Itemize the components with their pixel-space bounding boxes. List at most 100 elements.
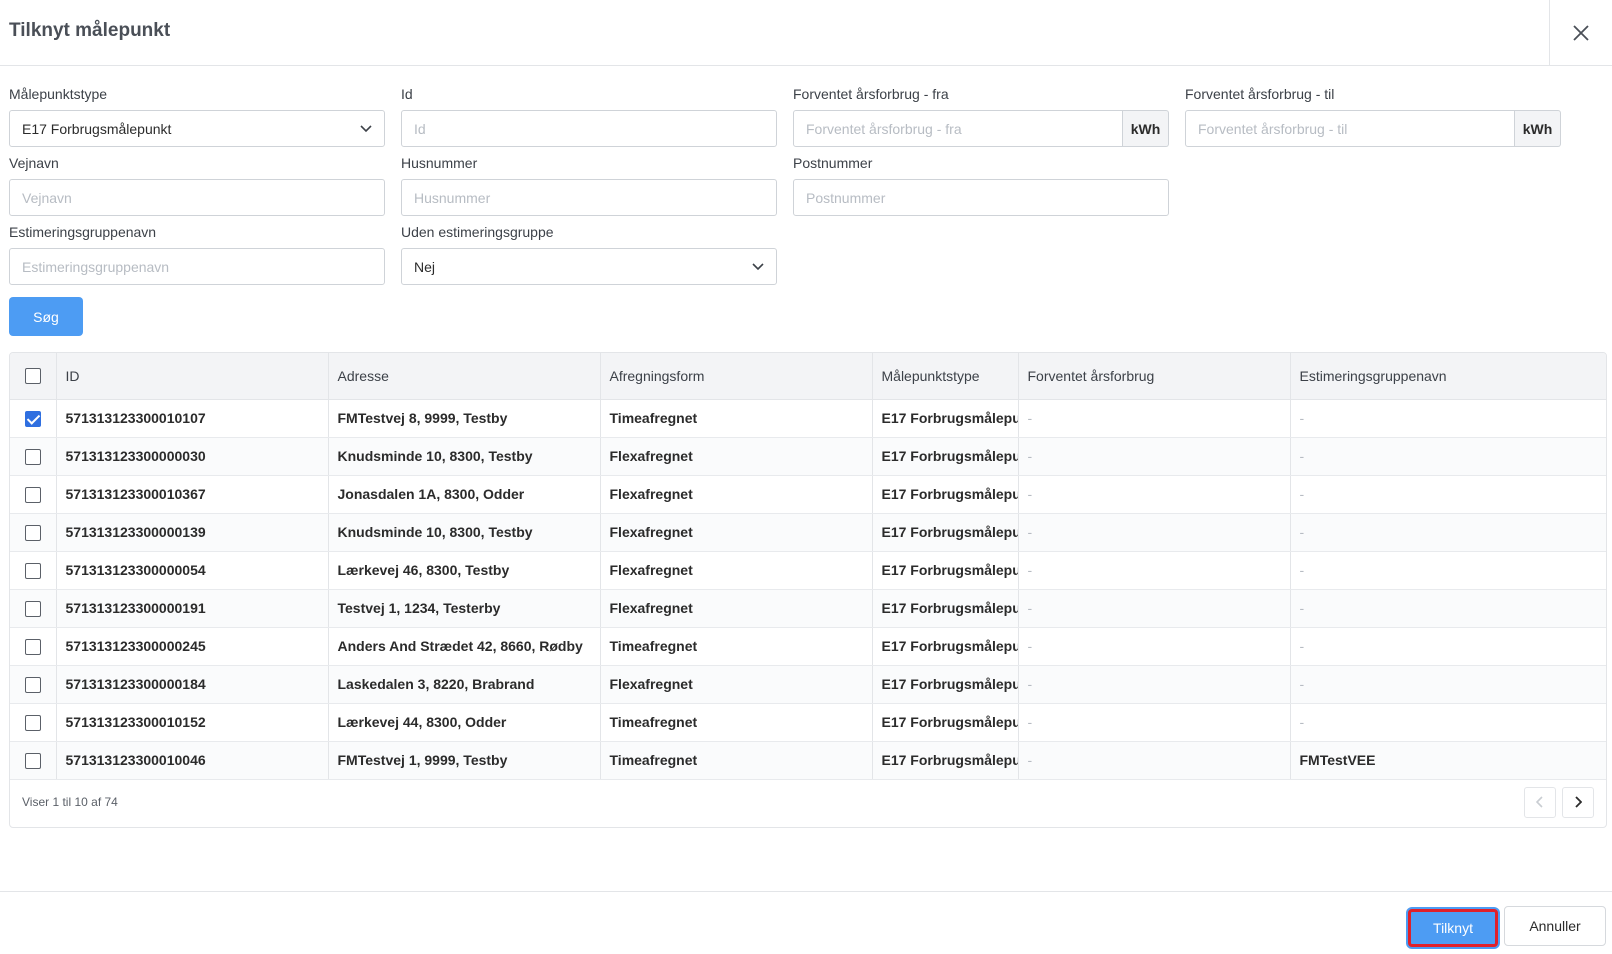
row-select-cell — [10, 703, 57, 742]
table-row[interactable]: 571313123300000184 Laskedalen 3, 8220, Br… — [10, 665, 1606, 704]
cell-type: E17 Forbrugsmålepunkt — [872, 703, 1019, 742]
table-row[interactable]: 571313123300000030 Knudsminde 10, 8300, T… — [10, 437, 1606, 476]
usage-from-label: Forventet årsforbrug - fra — [793, 86, 949, 102]
table-row[interactable]: 571313123300000054 Lærkevej 46, 8300, Tes… — [10, 551, 1606, 590]
search-button[interactable]: Søg — [9, 297, 83, 336]
cell-address: Testvej 1, 1234, Testerby — [328, 589, 601, 628]
usage-to-input[interactable] — [1185, 110, 1515, 147]
chevron-down-icon — [752, 262, 764, 270]
cell-id: 571313123300000184 — [56, 665, 329, 704]
row-checkbox[interactable] — [24, 600, 41, 617]
cell-group: - — [1290, 703, 1606, 742]
postal-code-input[interactable] — [793, 179, 1169, 216]
table-row[interactable]: 571313123300010152 Lærkevej 44, 8300, Odd… — [10, 703, 1606, 742]
usage-from-input[interactable] — [793, 110, 1123, 147]
estimation-group-label: Estimeringsgruppenavn — [9, 224, 157, 240]
id-label: Id — [401, 86, 413, 102]
table-row[interactable]: 571313123300010107 FMTestvej 8, 9999, Tes… — [10, 399, 1606, 438]
street-input[interactable] — [9, 179, 385, 216]
cell-address: Anders And Strædet 42, 8660, Rødby — [328, 627, 601, 666]
row-checkbox[interactable] — [24, 676, 41, 693]
column-header-type[interactable]: Målepunktstype — [872, 353, 1019, 400]
cell-address: Knudsminde 10, 8300, Testby — [328, 513, 601, 552]
row-select-cell — [10, 437, 57, 476]
cell-id: 571313123300000245 — [56, 627, 329, 666]
cell-id: 571313123300000054 — [56, 551, 329, 590]
results-table: ID Adresse Afregningsform Målepunktstype… — [10, 353, 1606, 780]
cell-group: - — [1290, 589, 1606, 628]
row-checkbox[interactable] — [24, 562, 41, 579]
cell-id: 571313123300000030 — [56, 437, 329, 476]
usage-to-unit: kWh — [1515, 110, 1561, 147]
type-select[interactable]: E17 Forbrugsmålepunkt — [9, 110, 385, 147]
cell-billing: Flexafregnet — [600, 589, 873, 628]
table-row[interactable]: 571313123300000245 Anders And Strædet 42,… — [10, 627, 1606, 666]
cell-group: - — [1290, 627, 1606, 666]
column-header-group[interactable]: Estimeringsgruppenavn — [1290, 353, 1606, 400]
column-header-usage[interactable]: Forventet årsforbrug — [1018, 353, 1291, 400]
row-checkbox[interactable] — [24, 714, 41, 731]
cell-usage: - — [1018, 513, 1291, 552]
pagination — [1524, 786, 1594, 818]
without-group-field: Uden estimeringsgruppe Nej — [401, 222, 777, 285]
cell-billing: Flexafregnet — [600, 665, 873, 704]
cell-usage: - — [1018, 437, 1291, 476]
cell-group: - — [1290, 437, 1606, 476]
cell-type: E17 Forbrugsmålepunkt — [872, 627, 1019, 666]
prev-page-button[interactable] — [1524, 786, 1556, 818]
pagination-info: Viser 1 til 10 af 74 — [22, 795, 118, 809]
cell-type: E17 Forbrugsmålepunkt — [872, 551, 1019, 590]
cell-address: Laskedalen 3, 8220, Brabrand — [328, 665, 601, 704]
row-select-cell — [10, 513, 57, 552]
table-row[interactable]: 571313123300010367 Jonasdalen 1A, 8300, O… — [10, 475, 1606, 514]
usage-from-group: kWh — [793, 110, 1169, 147]
house-number-label: Husnummer — [401, 155, 478, 171]
usage-from-field: Forventet årsforbrug - fra kWh — [793, 84, 1169, 147]
cell-type: E17 Forbrugsmålepunkt — [872, 741, 1019, 780]
estimation-group-input[interactable] — [9, 248, 385, 285]
cell-usage: - — [1018, 475, 1291, 514]
chevron-right-icon — [1575, 796, 1582, 808]
column-header-billing[interactable]: Afregningsform — [600, 353, 873, 400]
cell-address: FMTestvej 1, 9999, Testby — [328, 741, 601, 780]
cell-billing: Timeafregnet — [600, 627, 873, 666]
house-number-input[interactable] — [401, 179, 777, 216]
cell-group: - — [1290, 399, 1606, 438]
usage-to-group: kWh — [1185, 110, 1561, 147]
row-checkbox[interactable] — [24, 410, 41, 427]
link-button[interactable]: Tilknyt — [1408, 909, 1498, 947]
column-header-id[interactable]: ID — [56, 353, 329, 400]
row-checkbox[interactable] — [24, 638, 41, 655]
cell-group: FMTestVEE — [1290, 741, 1606, 780]
row-select-cell — [10, 551, 57, 590]
select-all-checkbox[interactable] — [24, 368, 41, 385]
next-page-button[interactable] — [1562, 786, 1594, 818]
close-button[interactable] — [1549, 0, 1612, 65]
row-checkbox[interactable] — [24, 752, 41, 769]
cell-id: 571313123300010367 — [56, 475, 329, 514]
row-checkbox[interactable] — [24, 448, 41, 465]
type-label: Målepunktstype — [9, 86, 108, 102]
column-header-address[interactable]: Adresse — [328, 353, 601, 400]
table-row[interactable]: 571313123300000191 Testvej 1, 1234, Teste… — [10, 589, 1606, 628]
cell-id: 571313123300000139 — [56, 513, 329, 552]
cell-id: 571313123300010046 — [56, 741, 329, 780]
cell-billing: Flexafregnet — [600, 551, 873, 590]
cell-billing: Timeafregnet — [600, 399, 873, 438]
without-group-select[interactable]: Nej — [401, 248, 777, 285]
table-row[interactable]: 571313123300010046 FMTestvej 1, 9999, Tes… — [10, 741, 1606, 780]
id-input[interactable] — [401, 110, 777, 147]
row-checkbox[interactable] — [24, 486, 41, 503]
table-footer: Viser 1 til 10 af 74 — [10, 777, 1606, 827]
table-row[interactable]: 571313123300000139 Knudsminde 10, 8300, T… — [10, 513, 1606, 552]
cell-type: E17 Forbrugsmålepunkt — [872, 665, 1019, 704]
cell-usage: - — [1018, 551, 1291, 590]
usage-to-label: Forventet årsforbrug - til — [1185, 86, 1335, 102]
select-all-cell — [10, 353, 57, 400]
cancel-button[interactable]: Annuller — [1504, 906, 1606, 946]
usage-to-field: Forventet årsforbrug - til kWh — [1185, 84, 1561, 147]
row-select-cell — [10, 627, 57, 666]
without-group-label: Uden estimeringsgruppe — [401, 224, 554, 240]
estimation-group-field: Estimeringsgruppenavn — [9, 222, 385, 285]
row-checkbox[interactable] — [24, 524, 41, 541]
